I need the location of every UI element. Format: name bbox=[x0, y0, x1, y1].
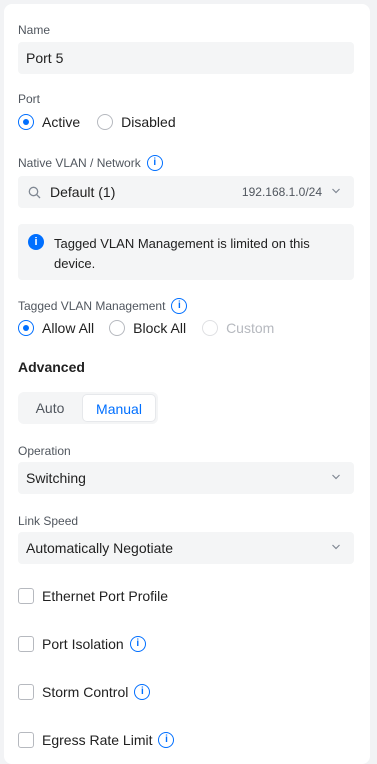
name-label: Name bbox=[18, 23, 51, 37]
tagged-vlan-radio-group: Allow All Block All Custom bbox=[18, 318, 274, 338]
native-vlan-select[interactable]: Default (1) 192.168.1.0/24 bbox=[18, 176, 354, 208]
native-vlan-label: Native VLAN / Network bbox=[18, 156, 141, 170]
link-speed-value: Automatically Negotiate bbox=[26, 540, 174, 556]
notice-text: Tagged VLAN Management is limited on thi… bbox=[54, 236, 310, 271]
port-label: Port bbox=[18, 92, 41, 106]
chevron-down-icon bbox=[332, 474, 340, 480]
search-icon bbox=[28, 186, 41, 199]
operation-label: Operation bbox=[18, 444, 71, 458]
operation-value: Switching bbox=[26, 470, 86, 486]
port-settings-panel: Name Port 5 Port Active Disabled Native … bbox=[4, 4, 370, 764]
info-icon[interactable]: i bbox=[129, 636, 146, 652]
ethernet-port-profile-label[interactable]: Ethernet Port Profile bbox=[42, 588, 168, 604]
info-icon[interactable]: i bbox=[146, 155, 163, 171]
link-speed-label: Link Speed bbox=[18, 514, 79, 528]
tab-auto[interactable]: Auto bbox=[18, 392, 82, 424]
ethernet-port-profile-row: Ethernet Port Profile bbox=[18, 585, 168, 607]
storm-control-checkbox[interactable] bbox=[18, 684, 34, 700]
tagged-vlan-label-row: Tagged VLAN Management i bbox=[18, 298, 188, 314]
info-icon[interactable]: i bbox=[158, 732, 175, 748]
native-vlan-subnet: 192.168.1.0/24 bbox=[241, 185, 322, 199]
chevron-down-icon bbox=[332, 188, 340, 194]
tagged-vlan-label: Tagged VLAN Management bbox=[18, 299, 166, 313]
egress-rate-limit-checkbox[interactable] bbox=[18, 732, 34, 748]
port-active-radio[interactable] bbox=[18, 114, 34, 130]
storm-control-label[interactable]: Storm Control bbox=[42, 684, 128, 700]
info-notice: i Tagged VLAN Management is limited on t… bbox=[18, 224, 354, 280]
allow-all-radio[interactable] bbox=[18, 320, 34, 336]
block-all-label[interactable]: Block All bbox=[133, 320, 186, 336]
operation-select[interactable]: Switching bbox=[18, 462, 354, 494]
port-active-label[interactable]: Active bbox=[42, 114, 80, 130]
port-isolation-row: Port Isolation i bbox=[18, 633, 146, 655]
block-all-radio[interactable] bbox=[109, 320, 126, 336]
tab-manual[interactable]: Manual bbox=[82, 394, 156, 422]
info-filled-icon: i bbox=[28, 234, 44, 250]
port-radio-group: Active Disabled bbox=[18, 112, 176, 132]
port-disabled-label[interactable]: Disabled bbox=[121, 114, 175, 130]
name-value: Port 5 bbox=[26, 50, 64, 66]
chevron-down-icon bbox=[332, 544, 340, 550]
egress-rate-limit-label[interactable]: Egress Rate Limit bbox=[42, 732, 152, 748]
info-icon[interactable]: i bbox=[171, 298, 188, 314]
custom-radio bbox=[202, 320, 219, 336]
advanced-mode-toggle: Auto Manual bbox=[18, 392, 158, 424]
custom-label: Custom bbox=[226, 320, 275, 336]
port-isolation-checkbox[interactable] bbox=[18, 636, 34, 652]
advanced-heading: Advanced bbox=[18, 359, 85, 375]
egress-rate-limit-row: Egress Rate Limit i bbox=[18, 729, 175, 751]
native-vlan-label-row: Native VLAN / Network i bbox=[18, 155, 163, 171]
storm-control-row: Storm Control i bbox=[18, 681, 151, 703]
allow-all-label[interactable]: Allow All bbox=[42, 320, 94, 336]
port-disabled-radio[interactable] bbox=[97, 114, 114, 130]
info-icon[interactable]: i bbox=[134, 684, 151, 700]
native-vlan-value: Default (1) bbox=[50, 184, 116, 200]
ethernet-port-profile-checkbox[interactable] bbox=[18, 588, 34, 604]
link-speed-select[interactable]: Automatically Negotiate bbox=[18, 532, 354, 564]
port-isolation-label[interactable]: Port Isolation bbox=[42, 636, 124, 652]
name-input[interactable]: Port 5 bbox=[18, 42, 354, 74]
